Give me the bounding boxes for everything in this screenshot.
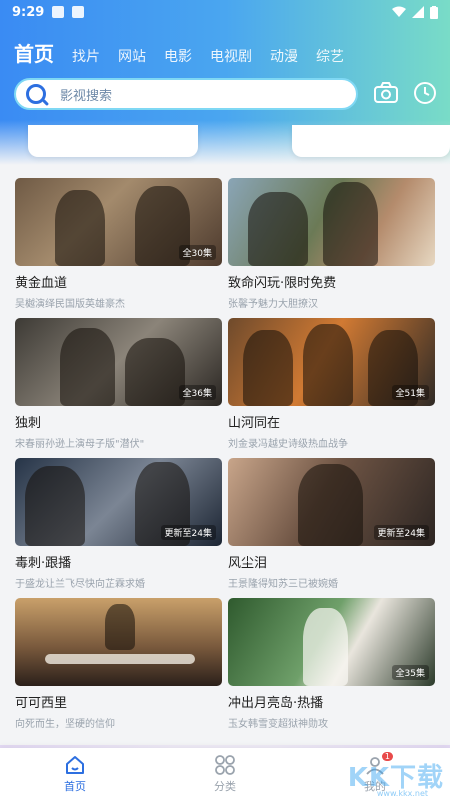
- banner-card[interactable]: [292, 125, 450, 157]
- video-title: 毒刺·跟播: [15, 556, 72, 571]
- category-icon: [215, 755, 235, 775]
- banner-card[interactable]: [28, 125, 198, 157]
- camera-icon[interactable]: [373, 80, 399, 106]
- episode-badge: 更新至24集: [373, 525, 429, 540]
- video-poster: 全51集: [228, 318, 435, 406]
- search-icon: [26, 84, 46, 104]
- status-bar: 9:29: [0, 0, 450, 24]
- search-input[interactable]: 影视搜索: [14, 78, 358, 110]
- episode-badge: 全36集: [178, 385, 216, 400]
- video-description: 宋春丽孙逊上演母子版"潜伏": [15, 439, 145, 450]
- video-description: 张馨予魅力大胆撩汉: [228, 299, 318, 310]
- video-title: 山河同在: [228, 416, 281, 431]
- video-poster: 全35集: [228, 598, 435, 686]
- video-poster: 全30集: [15, 178, 222, 266]
- video-card[interactable]: 更新至24集 毒刺·跟播 于盛龙让兰飞尽快向芷霖求婚: [15, 458, 222, 592]
- video-title: 黄金血道: [15, 276, 68, 291]
- tab-home[interactable]: 首页: [14, 38, 54, 67]
- video-card[interactable]: 全30集 黄金血道 吴樾演绎民国版英雄豪杰: [15, 178, 222, 312]
- tab-anime[interactable]: 动漫: [270, 46, 298, 66]
- video-card[interactable]: 全51集 山河同在 刘金录冯越史诗级热血战争: [228, 318, 435, 452]
- video-poster: [228, 178, 435, 266]
- video-card[interactable]: 致命闪玩·限时免费 张馨予魅力大胆撩汉: [228, 178, 435, 312]
- video-title: 致命闪玩·限时免费: [228, 276, 337, 291]
- video-poster: 全36集: [15, 318, 222, 406]
- video-description: 玉女韩雪变超狱神勋攻: [228, 719, 328, 730]
- video-title: 风尘泪: [228, 556, 268, 571]
- status-time: 9:29: [12, 4, 45, 20]
- signal-icon: [412, 6, 424, 18]
- notification-icon: [72, 6, 85, 18]
- history-icon[interactable]: [412, 80, 438, 106]
- video-card[interactable]: 更新至24集 风尘泪 王景隆得知苏三已被婉婚: [228, 458, 435, 592]
- video-description: 王景隆得知苏三已被婉婚: [228, 579, 338, 590]
- battery-icon: [430, 5, 438, 19]
- video-grid: 全30集 黄金血道 吴樾演绎民国版英雄豪杰 致命闪玩·限时免费 张馨予魅力大胆撩…: [15, 178, 435, 732]
- search-placeholder: 影视搜索: [60, 88, 113, 104]
- video-poster: 更新至24集: [15, 458, 222, 546]
- home-icon: [66, 756, 84, 774]
- tab-find-film[interactable]: 找片: [72, 46, 100, 66]
- tab-variety[interactable]: 综艺: [316, 46, 344, 66]
- episode-badge: 更新至24集: [160, 525, 216, 540]
- nav-home[interactable]: 首页: [35, 754, 115, 794]
- video-title: 独刺: [15, 416, 42, 431]
- episode-badge: 全51集: [391, 385, 429, 400]
- video-description: 于盛龙让兰飞尽快向芷霖求婚: [15, 579, 145, 590]
- video-description: 刘金录冯越史诗级热血战争: [228, 439, 348, 450]
- notification-icon: [52, 6, 65, 18]
- nav-home-label: 首页: [64, 780, 86, 793]
- tab-website[interactable]: 网站: [118, 46, 146, 66]
- video-card[interactable]: 可可西里 向死而生，坚硬的信仰: [15, 598, 222, 732]
- video-poster: [15, 598, 222, 686]
- video-title: 冲出月亮岛·热播: [228, 696, 324, 711]
- category-tabs: 首页 找片 网站 电影 电视剧 动漫 综艺: [14, 38, 344, 67]
- video-description: 向死而生，坚硬的信仰: [15, 719, 115, 730]
- nav-category-label: 分类: [214, 780, 236, 793]
- episode-badge: 全30集: [178, 245, 216, 260]
- episode-badge: 全35集: [391, 665, 429, 680]
- wifi-icon: [392, 6, 406, 17]
- nav-category[interactable]: 分类: [185, 754, 265, 794]
- video-poster: 更新至24集: [228, 458, 435, 546]
- watermark-url: www.kkx.net: [376, 789, 428, 798]
- tab-tv-series[interactable]: 电视剧: [210, 46, 252, 66]
- video-card[interactable]: 全35集 冲出月亮岛·热播 玉女韩雪变超狱神勋攻: [228, 598, 435, 732]
- video-title: 可可西里: [15, 696, 68, 711]
- video-card[interactable]: 全36集 独刺 宋春丽孙逊上演母子版"潜伏": [15, 318, 222, 452]
- tab-movie[interactable]: 电影: [164, 46, 192, 66]
- video-description: 吴樾演绎民国版英雄豪杰: [15, 299, 125, 310]
